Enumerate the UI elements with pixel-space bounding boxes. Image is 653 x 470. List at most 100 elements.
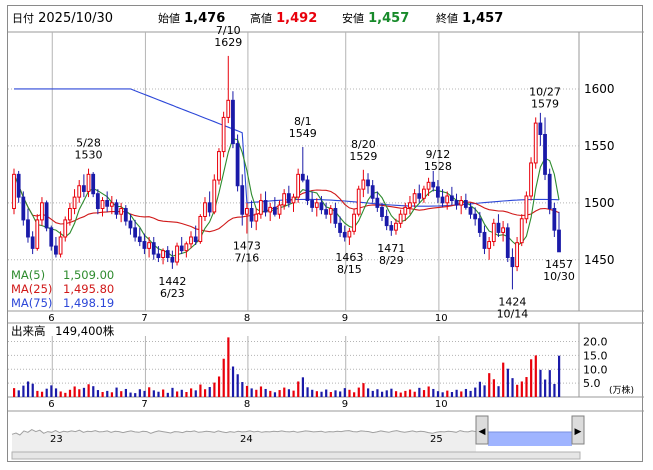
volume-bar	[311, 389, 314, 397]
candle-body	[119, 208, 124, 215]
candle-body	[380, 206, 384, 217]
candle-body	[72, 196, 77, 210]
candle-body	[105, 200, 110, 207]
candle-body	[49, 227, 54, 247]
candle-body	[324, 209, 328, 215]
volume-bar	[380, 391, 384, 397]
volume-bar	[138, 389, 141, 397]
candle-body	[254, 213, 259, 222]
volume-bar	[171, 387, 174, 397]
candle-body	[473, 213, 478, 220]
candle-body	[175, 245, 179, 263]
volume-month-label-8: 8	[244, 399, 250, 410]
volume-bar	[31, 383, 34, 397]
volume-bar	[231, 366, 235, 397]
candle-body	[543, 133, 547, 175]
volume-bar	[464, 388, 468, 397]
candle-body	[221, 116, 226, 153]
candle-body	[440, 196, 445, 204]
candle-body	[286, 193, 291, 204]
candle-body	[184, 243, 189, 252]
candle-body	[505, 227, 510, 258]
volume-bar	[36, 390, 39, 397]
volume-bar	[367, 388, 370, 397]
overview-scrollbar[interactable]	[11, 451, 581, 460]
volume-bar	[245, 385, 249, 397]
candle-body	[123, 208, 128, 222]
ma5-legend: MA(5) 1,509.00	[11, 268, 115, 282]
overview-selection	[488, 432, 572, 446]
volume-bar	[87, 384, 90, 397]
candle-body	[501, 227, 506, 233]
candle-body	[296, 173, 301, 198]
candle-body	[300, 173, 305, 181]
candle-body	[422, 188, 426, 199]
annotation-bottom-date-9: 8/29	[379, 254, 404, 267]
volume-bar	[273, 392, 277, 397]
candle-body	[366, 179, 370, 187]
volume-tick-10.0: 10.0	[583, 363, 608, 376]
volume-bar	[40, 391, 44, 397]
volume-bar	[320, 391, 323, 397]
candle-body	[165, 250, 170, 258]
volume-bar	[427, 386, 430, 397]
volume-bar	[492, 379, 495, 397]
candle-body	[431, 181, 436, 188]
volume-bar	[92, 386, 95, 397]
volume-bar	[362, 383, 365, 397]
candle-body	[305, 179, 310, 202]
candle-body	[398, 213, 403, 224]
candle-body	[77, 185, 82, 198]
volume-bar	[110, 392, 114, 397]
volume-bar	[530, 359, 533, 397]
candle-body	[12, 173, 16, 210]
candle-body	[375, 197, 380, 208]
candle-body	[95, 193, 100, 210]
candle-body	[394, 222, 398, 231]
candle-body	[54, 245, 58, 255]
candle-body	[249, 208, 254, 222]
annotation-top-value-2: 1549	[289, 127, 317, 140]
volume-bar	[54, 388, 58, 397]
candle-body	[212, 179, 217, 213]
volume-bar	[353, 392, 356, 397]
volume-bar	[162, 389, 165, 397]
volume-bar	[520, 381, 523, 397]
volume-bar	[13, 388, 16, 397]
volume-bar	[199, 384, 202, 397]
volume-bar	[250, 388, 253, 397]
candle-body	[231, 99, 235, 145]
volume-bar	[124, 388, 127, 397]
candle-body	[496, 222, 501, 233]
candle-body	[547, 173, 552, 210]
annotation-top-value-4: 1528	[424, 160, 452, 173]
volume-bar	[106, 390, 109, 397]
volume-bar	[213, 382, 216, 397]
candle-body	[170, 256, 175, 263]
volume-bar	[348, 389, 351, 397]
volume-bar	[343, 388, 346, 397]
volume-bar	[436, 391, 440, 397]
volume-bar	[460, 391, 463, 397]
candle-body	[347, 230, 352, 238]
volume-bar	[315, 391, 318, 397]
volume-bar	[483, 385, 486, 397]
volume-bar	[64, 392, 67, 397]
volume-bar	[82, 387, 86, 397]
candle-body	[487, 241, 492, 249]
volume-tick-5.0: 5.0	[583, 377, 601, 390]
volume-bar	[325, 389, 328, 397]
candle-body	[161, 250, 165, 258]
volume-bar	[78, 389, 81, 397]
candle-body	[35, 219, 40, 249]
volume-bar	[101, 392, 104, 397]
volume-bar	[148, 387, 151, 397]
volume-bar	[502, 362, 505, 397]
overview-year-25: 25	[430, 434, 443, 445]
volume-bar	[376, 389, 379, 397]
candle-body	[463, 200, 468, 208]
annotation-top-value-0: 1530	[75, 149, 103, 162]
volume-bar	[59, 391, 62, 397]
volume-bar	[516, 384, 519, 397]
volume-bar	[506, 368, 509, 397]
